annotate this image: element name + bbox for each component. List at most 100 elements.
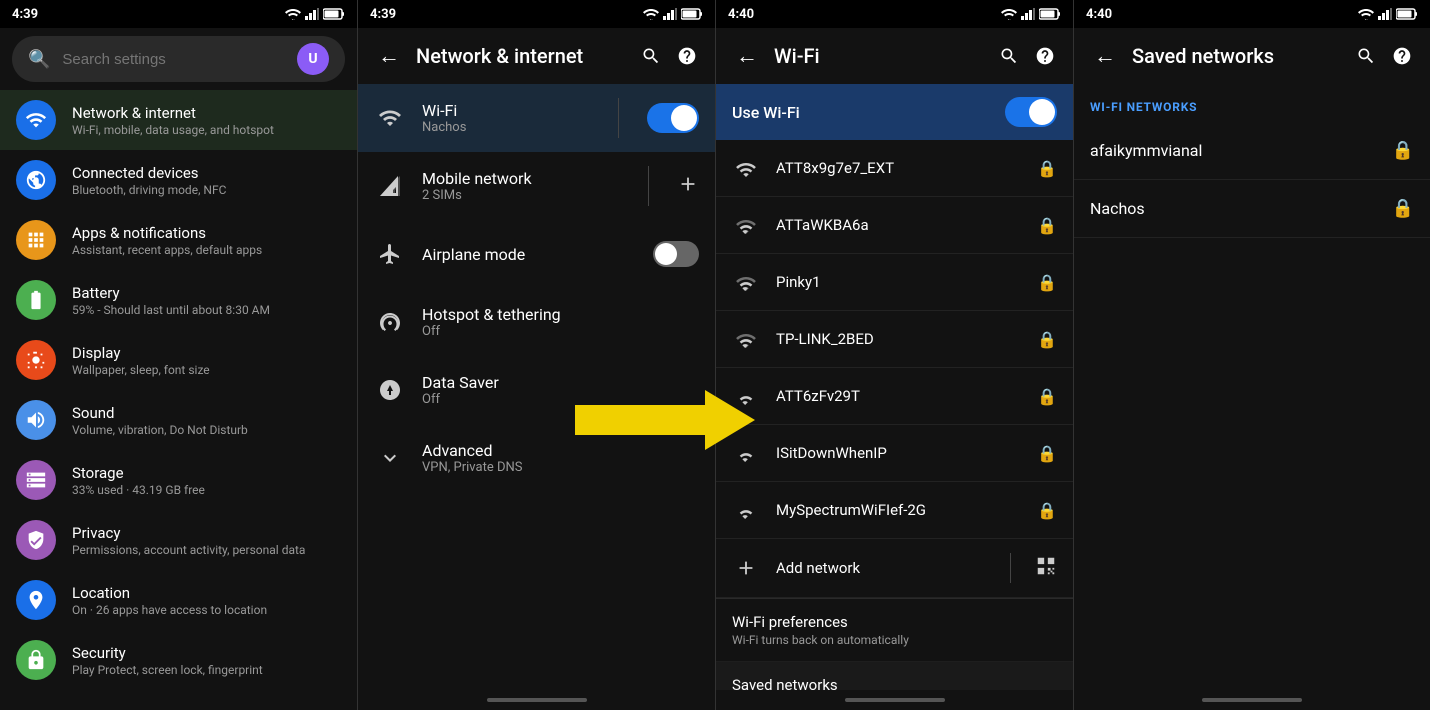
datasaver-nav-item[interactable]: Data Saver Off [358,356,715,424]
privacy-title: Privacy [72,524,341,542]
bottom-indicator-2 [487,698,587,702]
hotspot-nav-title: Hotspot & tethering [422,305,699,324]
help-button-2[interactable] [675,44,699,68]
wifi-network-item[interactable]: ATT6zFv29T 🔒 [716,368,1073,425]
search-button-2[interactable] [639,44,663,68]
advanced-nav-item[interactable]: Advanced VPN, Private DNS [358,424,715,492]
status-bar-4: 4:40 [1074,0,1430,28]
storage-text: Storage 33% used · 43.19 GB free [72,464,341,497]
wifi-network-item[interactable]: Pinky1 🔒 [716,254,1073,311]
saved-network-name-1: afaikymmvianal [1090,141,1376,160]
display-icon [16,340,56,380]
add-network-item[interactable]: Add network [716,539,1073,598]
search-bar[interactable]: 🔍 U [12,36,345,82]
wifi-network-item[interactable]: ISitDownWhenIP 🔒 [716,425,1073,482]
saved-networks-title-header: Saved networks [1132,44,1342,68]
search-button-3[interactable] [997,44,1021,68]
bottom-bar-2 [358,690,715,710]
wifi-panel: 4:40 ← Wi-Fi Use Wi-Fi ATT8x9g7e7_EXT 🔒 [716,0,1074,710]
settings-item-privacy[interactable]: Privacy Permissions, account activity, p… [0,510,357,570]
location-subtitle: On · 26 apps have access to location [72,603,341,617]
advanced-nav-text: Advanced VPN, Private DNS [422,441,699,475]
bottom-indicator-3 [845,698,945,702]
wifi-network-item[interactable]: MySpectrumWiFIef-2G 🔒 [716,482,1073,539]
saved-networks-list: afaikymmvianal 🔒 Nachos 🔒 [1074,122,1430,690]
status-icons-4 [1358,8,1418,20]
signal-status-icon-2 [663,8,677,20]
back-button-3[interactable]: ← [732,39,762,73]
signal-status-icon [305,8,319,20]
wifi-nav-item[interactable]: Wi-Fi Nachos [358,84,715,152]
saved-network-item-2[interactable]: Nachos 🔒 [1074,180,1430,238]
wifi-pref-title: Wi-Fi preferences [732,613,1057,631]
wifi-status-icon-4 [1358,8,1374,20]
use-wifi-toggle[interactable] [1005,97,1057,127]
sound-icon [16,400,56,440]
wifi-network-item[interactable]: ATT8x9g7e7_EXT 🔒 [716,140,1073,197]
security-title: Security [72,644,341,662]
back-button-2[interactable]: ← [374,39,404,73]
saved-networks-title: Saved networks [732,676,1057,690]
add-sim-button[interactable] [677,173,699,200]
storage-icon [16,460,56,500]
wifi-network-name-4: TP-LINK_2BED [776,330,1021,348]
bottom-bar-4 [1074,690,1430,710]
use-wifi-row[interactable]: Use Wi-Fi [716,84,1073,140]
security-icon [16,640,56,680]
security-subtitle: Play Protect, screen lock, fingerprint [72,663,341,677]
back-button-4[interactable]: ← [1090,39,1120,73]
wifi-network-item[interactable]: ATTaWKBA6a 🔒 [716,197,1073,254]
settings-item-sound[interactable]: Sound Volume, vibration, Do Not Disturb [0,390,357,450]
wifi-preferences-item[interactable]: Wi-Fi preferences Wi-Fi turns back on au… [716,599,1073,662]
lock-icon-6: 🔒 [1037,444,1057,463]
network-title: Network & internet [416,44,627,68]
wifi-panel-title: Wi-Fi [774,44,985,68]
apps-icon [16,220,56,260]
hotspot-nav-text: Hotspot & tethering Off [422,305,699,339]
settings-item-display[interactable]: Display Wallpaper, sleep, font size [0,330,357,390]
status-bar-3: 4:40 [716,0,1073,28]
battery-status-icon-3 [1039,8,1061,20]
hotspot-nav-subtitle: Off [422,324,699,339]
lock-icon-1: 🔒 [1037,159,1057,178]
storage-subtitle: 33% used · 43.19 GB free [72,483,341,497]
use-wifi-label: Use Wi-Fi [732,103,989,122]
network-list: Wi-Fi Nachos Mobile network 2 SIMs [358,84,715,690]
wifi-status-icon-3 [1001,8,1017,20]
battery-text: Battery 59% - Should last until about 8:… [72,284,341,317]
advanced-nav-title: Advanced [422,441,699,460]
settings-item-connected[interactable]: Connected devices Bluetooth, driving mod… [0,150,357,210]
settings-item-network[interactable]: Network & internet Wi-Fi, mobile, data u… [0,90,357,150]
wifi-network-item[interactable]: TP-LINK_2BED 🔒 [716,311,1073,368]
help-button-4[interactable] [1390,44,1414,68]
settings-item-apps[interactable]: Apps & notifications Assistant, recent a… [0,210,357,270]
apps-text: Apps & notifications Assistant, recent a… [72,224,341,257]
airplane-nav-text: Airplane mode [422,245,637,264]
search-button-4[interactable] [1354,44,1378,68]
settings-panel: 4:39 🔍 U Network & internet Wi-Fi, mobil… [0,0,358,710]
mobile-nav-item[interactable]: Mobile network 2 SIMs [358,152,715,220]
hotspot-nav-icon [374,306,406,338]
battery-title: Battery [72,284,341,302]
qr-scan-button[interactable] [1035,555,1057,582]
wifi-signal-icon-4 [732,325,760,353]
wifi-network-name-5: ATT6zFv29T [776,387,1021,405]
mobile-nav-text: Mobile network 2 SIMs [422,169,632,203]
search-input[interactable] [62,51,285,68]
settings-item-location[interactable]: Location On · 26 apps have access to loc… [0,570,357,630]
wifi-toggle[interactable] [647,103,699,133]
saved-networks-panel: 4:40 ← Saved networks WI-FI NETWORKS afa… [1074,0,1430,710]
airplane-toggle[interactable] [653,241,699,267]
sound-subtitle: Volume, vibration, Do Not Disturb [72,423,341,437]
settings-item-security[interactable]: Security Play Protect, screen lock, fing… [0,630,357,690]
advanced-nav-subtitle: VPN, Private DNS [422,460,699,475]
saved-networks-item[interactable]: Saved networks 2 networks [716,662,1073,690]
hotspot-nav-item[interactable]: Hotspot & tethering Off [358,288,715,356]
wifi-networks-section-label: WI-FI NETWORKS [1074,84,1430,122]
settings-item-storage[interactable]: Storage 33% used · 43.19 GB free [0,450,357,510]
privacy-text: Privacy Permissions, account activity, p… [72,524,341,557]
airplane-nav-item[interactable]: Airplane mode [358,220,715,288]
saved-network-item-1[interactable]: afaikymmvianal 🔒 [1074,122,1430,180]
settings-item-battery[interactable]: Battery 59% - Should last until about 8:… [0,270,357,330]
help-button-3[interactable] [1033,44,1057,68]
